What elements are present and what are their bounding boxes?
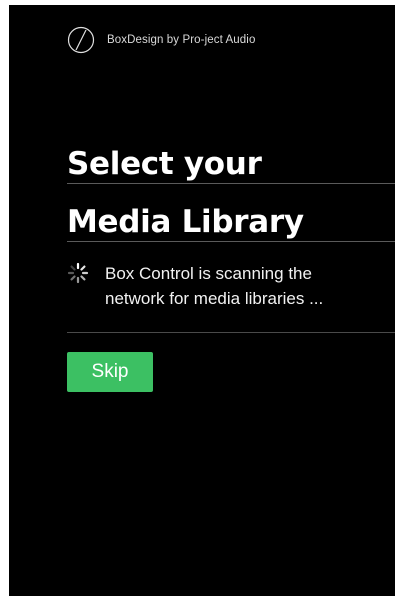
divider [67,332,395,333]
divider [67,183,395,184]
divider [67,241,395,242]
scan-status: Box Control is scanning the network for … [67,261,395,311]
brand-name: BoxDesign by Pro-ject Audio [107,34,256,46]
brand-header: BoxDesign by Pro-ject Audio [67,26,255,54]
scan-message-line-1: Box Control is scanning the [105,264,312,283]
loading-spinner-icon [67,262,89,284]
skip-button[interactable]: Skip [67,352,153,392]
project-audio-logo-icon [67,26,95,54]
page-title-line-1: Select your [67,146,262,182]
app-screen: BoxDesign by Pro-ject Audio Select your … [9,5,395,596]
scan-message-line-2: network for media libraries ... [105,289,324,308]
page-title-line-2: Media Library [67,204,304,240]
scan-message: Box Control is scanning the network for … [105,261,323,311]
